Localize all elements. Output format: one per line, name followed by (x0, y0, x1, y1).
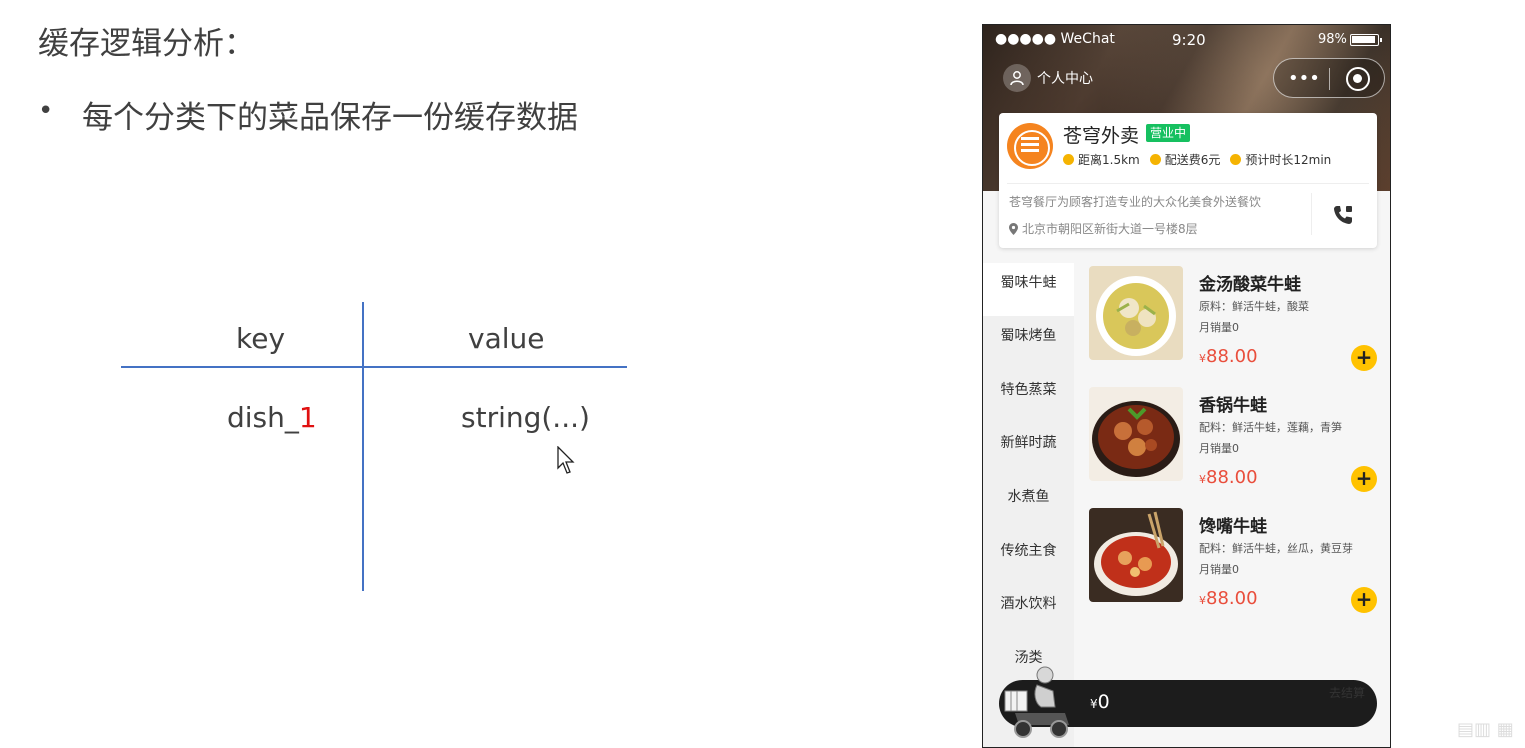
checkout-button[interactable]: 去结算 (1329, 684, 1365, 701)
battery-icon (1350, 34, 1382, 46)
value-cell: string(...) (461, 401, 590, 434)
category-item[interactable]: 蜀味牛蛙 (983, 263, 1074, 316)
shop-name: 苍穹外卖 (1063, 125, 1140, 147)
nav-bar: 个人中心 ••• (983, 58, 1390, 98)
close-miniprogram-icon[interactable] (1346, 67, 1370, 91)
bullet-marker: • (38, 96, 54, 126)
dish-description: 原料：鲜活牛蛙，酸菜 (1199, 300, 1309, 313)
fee-icon (1149, 154, 1161, 165)
navigation-icon (1230, 154, 1242, 165)
card-divider (1007, 183, 1369, 184)
delivery-fee-info: 配送费6元 (1149, 151, 1221, 168)
dish-price-value: 88.00 (1206, 346, 1258, 367)
dish-item: 香锅牛蛙 配料：鲜活牛蛙，莲藕，青笋 月销量0 ¥88.00 + (1089, 387, 1381, 492)
category-item[interactable]: 酒水饮料 (983, 584, 1074, 637)
dish-monthly-sales: 月销量0 (1199, 321, 1239, 334)
key-suffix: 1 (298, 401, 317, 434)
miniprogram-capsule: ••• (1273, 58, 1385, 98)
add-to-cart-button[interactable]: + (1351, 466, 1377, 492)
shop-info-card: 苍穹外卖 营业中 距离1.5km 配送费6元 预计时长12min 苍穹餐厅为顾客… (999, 113, 1377, 248)
delivery-rider-icon (1004, 666, 1069, 738)
category-item[interactable]: 传统主食 (983, 531, 1074, 584)
location-pin-icon (1009, 222, 1018, 235)
dish-name: 香锅牛蛙 (1199, 396, 1267, 416)
clock-icon (1063, 154, 1074, 165)
slide-title: 缓存逻辑分析： (38, 26, 255, 62)
distance-text: 距离1.5km (1078, 153, 1140, 167)
bullet-text: 每个分类下的菜品保存一份缓存数据 (82, 100, 578, 136)
dish-price-value: 88.00 (1206, 467, 1258, 488)
category-item[interactable]: 蜀味烤鱼 (983, 316, 1074, 369)
profile-center-button[interactable]: 个人中心 (1003, 64, 1093, 92)
category-item[interactable]: 特色蒸菜 (983, 370, 1074, 423)
status-bar: ●●●●● WeChat 9:20 98% (983, 31, 1390, 51)
clock: 9:20 (1172, 31, 1206, 49)
shop-description: 苍穹餐厅为顾客打造专业的大众化美食外送餐饮 (1009, 195, 1262, 209)
value-column-header: value (468, 322, 545, 355)
eta-text: 预计时长12min (1245, 153, 1332, 167)
shop-logo (1007, 123, 1053, 169)
shop-address: 北京市朝阳区新街大道一号楼8层 (1009, 220, 1198, 237)
card-vertical-divider (1311, 193, 1312, 235)
dish-image (1089, 508, 1183, 602)
carrier-label: ●●●●● WeChat (995, 31, 1115, 47)
key-column-header: key (236, 322, 286, 355)
shop-meta: 距离1.5km 配送费6元 预计时长12min (1063, 151, 1341, 168)
cart-total: ¥0 (1090, 691, 1110, 713)
delivery-fee-text: 配送费6元 (1164, 153, 1221, 167)
currency-symbol: ¥ (1090, 697, 1098, 711)
table-header-divider (121, 366, 627, 368)
address-text: 北京市朝阳区新街大道一号楼8层 (1022, 222, 1198, 236)
phone-call-icon[interactable] (1331, 203, 1355, 227)
user-icon (1003, 64, 1031, 92)
dish-item: 金汤酸菜牛蛙 原料：鲜活牛蛙，酸菜 月销量0 ¥88.00 + (1089, 266, 1381, 371)
eta-info: 预计时长12min (1230, 151, 1331, 168)
table-column-divider (362, 302, 364, 591)
watermark-logo: ▤▥ ▦ (1457, 719, 1514, 740)
dish-image (1089, 387, 1183, 481)
cart-total-value: 0 (1097, 691, 1110, 713)
dish-price-value: 88.00 (1206, 588, 1258, 609)
currency-symbol: ¥ (1199, 594, 1206, 607)
currency-symbol: ¥ (1199, 473, 1206, 486)
mouse-cursor-icon (557, 446, 575, 474)
dish-price: ¥88.00 (1199, 467, 1258, 488)
dish-image (1089, 266, 1183, 360)
more-menu-icon[interactable]: ••• (1288, 68, 1320, 89)
dish-description: 配料：鲜活牛蛙，莲藕，青笋 (1199, 421, 1342, 434)
dish-price: ¥88.00 (1199, 346, 1258, 367)
phone-mockup: ●●●●● WeChat 9:20 98% 个人中心 ••• 苍穹外卖 营业中 … (982, 24, 1391, 748)
dish-name: 馋嘴牛蛙 (1199, 517, 1267, 537)
profile-label: 个人中心 (1037, 71, 1093, 87)
category-item[interactable]: 新鲜时蔬 (983, 423, 1074, 476)
currency-symbol: ¥ (1199, 352, 1206, 365)
add-to-cart-button[interactable]: + (1351, 587, 1377, 613)
add-to-cart-button[interactable]: + (1351, 345, 1377, 371)
key-cell: dish_1 (227, 401, 317, 434)
capsule-divider (1329, 68, 1330, 90)
category-item[interactable]: 水煮鱼 (983, 477, 1074, 530)
dish-price: ¥88.00 (1199, 588, 1258, 609)
shop-status-badge: 营业中 (1146, 124, 1191, 142)
dish-description: 配料：鲜活牛蛙，丝瓜，黄豆芽 (1199, 542, 1353, 555)
dish-name: 金汤酸菜牛蛙 (1199, 275, 1301, 295)
dish-monthly-sales: 月销量0 (1199, 563, 1239, 576)
dish-item: 馋嘴牛蛙 配料：鲜活牛蛙，丝瓜，黄豆芽 月销量0 ¥88.00 + (1089, 508, 1381, 613)
battery-percentage: 98% (1318, 32, 1347, 47)
dish-monthly-sales: 月销量0 (1199, 442, 1239, 455)
key-prefix: dish_ (227, 401, 299, 434)
distance-info: 距离1.5km (1063, 151, 1140, 168)
